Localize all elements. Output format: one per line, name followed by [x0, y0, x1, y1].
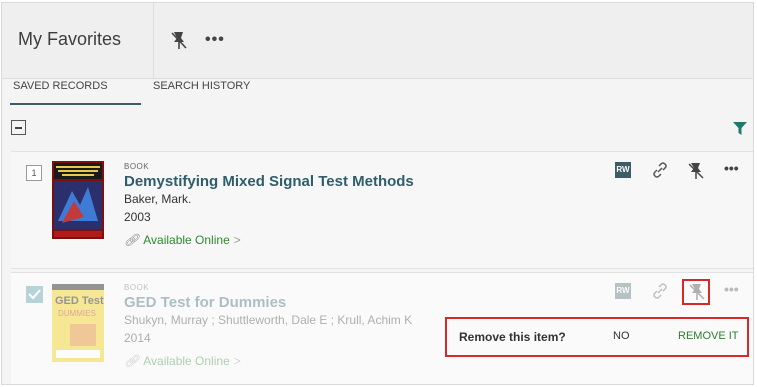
availability-link[interactable]: 🔗︎ Available Online > — [124, 354, 412, 368]
tab-bar: SAVED RECORDS SEARCH HISTORY — [2, 79, 753, 105]
book-cover-thumbnail[interactable]: GED Test DUMMIES — [52, 284, 104, 362]
record-title-link[interactable]: GED Test for Dummies — [124, 294, 412, 311]
filter-icon[interactable] — [733, 122, 747, 136]
record-year: 2014 — [124, 331, 151, 345]
favorites-panel: My Favorites ••• SAVED RECORDS SEARCH HI… — [1, 2, 754, 385]
record-more-button[interactable]: ••• — [724, 160, 739, 176]
more-options-button[interactable]: ••• — [205, 31, 225, 49]
chevron-right-icon: > — [233, 354, 241, 368]
availability-label: Available Online — [143, 354, 230, 368]
record-more-button[interactable]: ••• — [724, 281, 739, 297]
refworks-button[interactable]: RW — [615, 283, 631, 299]
record-info: BOOK GED Test for Dummies Shukyn, Murray… — [124, 283, 412, 368]
unpin-icon[interactable] — [688, 162, 704, 180]
records-toolbar — [2, 105, 753, 150]
unpin-highlight[interactable] — [682, 279, 710, 305]
tab-search-history-label: SEARCH HISTORY — [153, 80, 251, 92]
link-icon: 🔗︎ — [124, 233, 140, 247]
record-author: Shukyn, Murray ; Shuttleworth, Dale E ; … — [124, 313, 413, 327]
permalink-icon[interactable] — [652, 162, 668, 178]
permalink-icon[interactable] — [652, 283, 668, 299]
page-title: My Favorites — [18, 29, 122, 49]
record-title-link[interactable]: Demystifying Mixed Signal Test Methods — [124, 173, 414, 190]
confirm-remove-button[interactable]: REMOVE IT — [678, 330, 739, 342]
record-type: BOOK — [124, 162, 150, 171]
cancel-remove-button[interactable]: NO — [613, 330, 630, 342]
availability-link[interactable]: 🔗︎ Available Online > — [124, 233, 414, 247]
record-checkbox[interactable] — [26, 286, 43, 303]
remove-question: Remove this item? — [459, 330, 566, 344]
tab-saved-records-label: SAVED RECORDS — [13, 80, 108, 92]
tab-search-history[interactable]: SEARCH HISTORY — [153, 79, 250, 105]
record-info: BOOK Demystifying Mixed Signal Test Meth… — [124, 162, 414, 247]
record-item[interactable]: 1 BOOK Demystifying Mixed Signal Test Me… — [11, 151, 753, 269]
book-cover-thumbnail[interactable] — [52, 161, 104, 239]
collapse-all-icon[interactable] — [11, 120, 26, 135]
record-type: BOOK — [124, 283, 150, 292]
record-number: 1 — [26, 165, 42, 181]
svg-text:DUMMIES: DUMMIES — [58, 309, 96, 318]
favorites-header: My Favorites ••• — [2, 3, 753, 79]
record-actions: RW ••• — [615, 279, 753, 305]
record-author: Baker, Mark. — [124, 192, 192, 206]
chevron-right-icon: > — [233, 233, 241, 247]
record-item[interactable]: GED Test DUMMIES BOOK GED Test for Dummi… — [11, 272, 753, 384]
availability-label: Available Online — [143, 233, 230, 247]
checkmark-icon — [28, 289, 41, 300]
svg-text:GED Test: GED Test — [55, 295, 104, 307]
unpin-icon[interactable] — [170, 31, 188, 51]
tab-saved-records[interactable]: SAVED RECORDS — [10, 79, 141, 105]
record-year: 2003 — [124, 210, 151, 224]
unpin-icon[interactable] — [689, 283, 705, 301]
record-actions: RW ••• — [615, 160, 753, 182]
remove-confirmation: Remove this item? NO REMOVE IT — [445, 317, 749, 357]
title-box: My Favorites — [2, 3, 154, 78]
link-icon: 🔗︎ — [124, 354, 140, 368]
refworks-button[interactable]: RW — [615, 162, 631, 178]
